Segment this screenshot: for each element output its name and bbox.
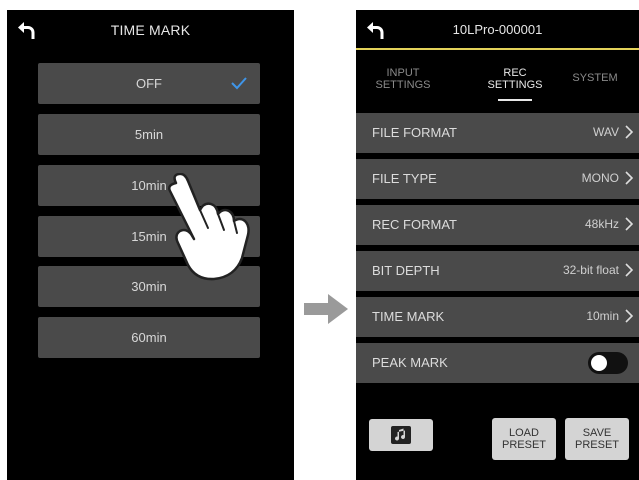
tab-label-line2: SETTINGS xyxy=(487,79,543,91)
rec-settings-screen: 10LPro-000001 INPUT SETTINGS REC SETTING… xyxy=(356,10,639,480)
tab-label-line1: SYSTEM xyxy=(572,72,618,84)
setting-row-bit-depth[interactable]: BIT DEPTH 32-bit float xyxy=(356,251,639,291)
tab-system[interactable]: SYSTEM xyxy=(555,72,635,84)
setting-value: 32-bit float xyxy=(562,263,619,277)
device-name: 10LPro-000001 xyxy=(452,22,543,37)
check-icon xyxy=(231,77,247,90)
load-preset-button[interactable]: LOAD PRESET xyxy=(492,418,556,460)
chevron-right-icon xyxy=(625,217,634,231)
chevron-right-icon xyxy=(625,171,634,185)
setting-value: 10min xyxy=(586,309,619,323)
option-label: OFF xyxy=(136,76,162,91)
button-label-line1: SAVE xyxy=(582,427,612,439)
setting-label: REC FORMAT xyxy=(372,217,457,232)
chevron-right-icon xyxy=(625,125,634,139)
setting-row-file-format[interactable]: FILE FORMAT WAV xyxy=(356,113,639,153)
setting-row-rec-format[interactable]: REC FORMAT 48kHz xyxy=(356,205,639,245)
setting-label: BIT DEPTH xyxy=(372,263,440,278)
option-label: 5min xyxy=(134,127,164,142)
setting-label: FILE TYPE xyxy=(372,171,437,186)
option-5min[interactable]: 5min xyxy=(38,114,260,155)
pointing-hand-icon xyxy=(168,173,250,281)
setting-value: MONO xyxy=(581,171,619,185)
setting-row-file-type[interactable]: FILE TYPE MONO xyxy=(356,159,639,199)
option-off[interactable]: OFF xyxy=(38,63,260,104)
setting-row-time-mark[interactable]: TIME MARK 10min xyxy=(356,297,639,337)
setting-value: 48kHz xyxy=(584,217,619,231)
option-label: 60min xyxy=(131,330,167,345)
button-label-line2: PRESET xyxy=(501,439,546,451)
music-button[interactable] xyxy=(369,419,433,451)
tab-label-line1: INPUT xyxy=(386,67,420,79)
setting-label: FILE FORMAT xyxy=(372,125,457,140)
music-note-icon xyxy=(391,426,411,444)
tab-label-line1: REC xyxy=(503,67,527,79)
active-tab-indicator xyxy=(498,99,532,101)
toggle-knob xyxy=(591,355,607,371)
button-label-line2: PRESET xyxy=(574,439,619,451)
setting-value: WAV xyxy=(593,125,619,139)
tab-input-settings[interactable]: INPUT SETTINGS xyxy=(363,67,443,91)
tab-rec-settings[interactable]: REC SETTINGS xyxy=(475,67,555,91)
setting-label: PEAK MARK xyxy=(372,355,448,370)
chevron-right-icon xyxy=(625,309,634,323)
right-arrow-icon xyxy=(304,294,348,324)
setting-label: TIME MARK xyxy=(372,309,445,324)
time-mark-screen: TIME MARK OFF 5min 10min 15min 30min 60m… xyxy=(7,10,294,480)
save-preset-button[interactable]: SAVE PRESET xyxy=(565,418,629,460)
page-title: TIME MARK xyxy=(110,22,191,38)
tab-label-line2: SETTINGS xyxy=(375,79,431,91)
accent-line xyxy=(356,48,639,50)
setting-row-peak-mark: PEAK MARK xyxy=(356,343,639,383)
peak-mark-toggle[interactable] xyxy=(588,352,628,374)
button-label-line1: LOAD xyxy=(509,427,539,439)
chevron-right-icon xyxy=(625,263,634,277)
option-60min[interactable]: 60min xyxy=(38,317,260,358)
